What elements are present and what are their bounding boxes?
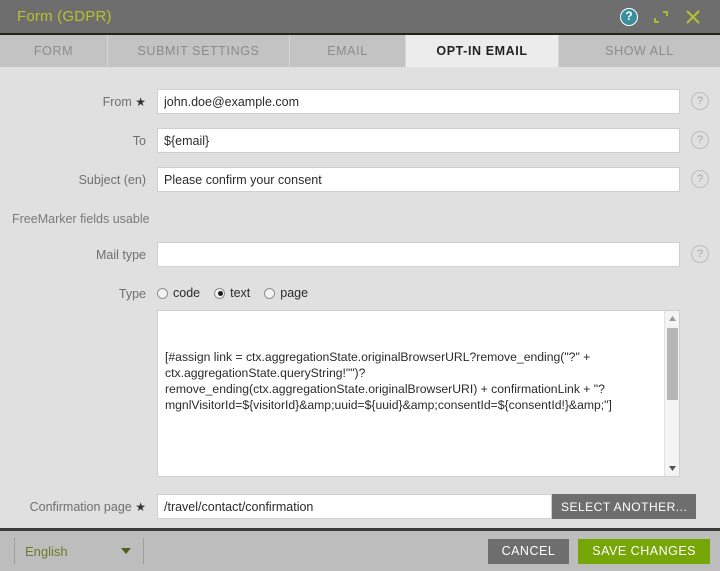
titlebar-actions: ? [620, 7, 710, 26]
body-scrollbar[interactable] [664, 311, 679, 476]
from-label: From ★ [0, 89, 146, 109]
close-icon[interactable] [684, 8, 702, 26]
help-circle-icon[interactable]: ? [620, 7, 638, 26]
page-title: Form (GDPR) [17, 8, 112, 25]
subject-help-icon[interactable]: ? [691, 170, 709, 188]
field-row-from: From ★ ? [0, 89, 720, 114]
tab-opt-in-email[interactable]: OPT-IN EMAIL [406, 35, 558, 67]
confirmation-page-required-marker: ★ [135, 500, 146, 514]
type-field-wrap: code text page [146, 281, 712, 300]
type-radio-text-label: text [230, 286, 251, 300]
tab-form[interactable]: FORM [0, 35, 108, 67]
scrollbar-thumb[interactable] [667, 328, 678, 400]
mail-type-help-icon[interactable]: ? [691, 245, 709, 263]
confirmation-page-field-wrap: SELECT ANOTHER... [146, 494, 712, 519]
type-radio-page[interactable]: page [264, 286, 308, 300]
radio-dot-text [214, 287, 226, 299]
dialog-footer: English CANCEL SAVE CHANGES [0, 528, 720, 571]
field-row-subject: Subject (en) ? [0, 167, 720, 192]
confirmation-page-label-text: Confirmation page [29, 500, 132, 514]
subject-field-wrap: ? [146, 167, 712, 192]
confirmation-page-input[interactable] [157, 494, 552, 519]
type-radio-group: code text page [157, 281, 308, 300]
field-row-body: [#assign link = ctx.aggregationState.ori… [0, 310, 720, 477]
from-field-wrap: ? [146, 89, 712, 114]
type-radio-code-label: code [173, 286, 201, 300]
field-row-confirmation-page: Confirmation page ★ SELECT ANOTHER... [0, 494, 720, 519]
from-required-marker: ★ [135, 95, 146, 109]
type-radio-text[interactable]: text [214, 286, 250, 300]
to-input[interactable] [157, 128, 680, 153]
field-row-mail-type: Mail type ? [0, 242, 720, 267]
radio-dot-page [264, 287, 276, 299]
language-selector[interactable]: English [14, 538, 144, 564]
form-dialog: Form (GDPR) ? FORM SUBMIT SETTINGS EMAIL… [0, 0, 720, 571]
dialog-titlebar: Form (GDPR) ? [0, 0, 720, 35]
tab-bar: FORM SUBMIT SETTINGS EMAIL OPT-IN EMAIL … [0, 35, 720, 67]
type-radio-code[interactable]: code [157, 286, 200, 300]
type-label: Type [118, 287, 146, 301]
cancel-button[interactable]: CANCEL [487, 538, 570, 564]
freemarker-note: FreeMarker fields usable [12, 212, 150, 226]
field-row-type: Type code text page [0, 281, 720, 301]
body-textarea[interactable]: [#assign link = ctx.aggregationState.ori… [157, 310, 680, 477]
save-changes-button[interactable]: SAVE CHANGES [578, 538, 710, 564]
language-selector-label: English [25, 543, 68, 559]
to-label: To [132, 134, 146, 148]
body-field-wrap: [#assign link = ctx.aggregationState.ori… [146, 310, 712, 477]
freemarker-note-row: FreeMarker fields usable [0, 206, 720, 226]
body-code-block: [#assign link = ctx.aggregationState.ori… [165, 350, 612, 412]
to-field-wrap: ? [146, 128, 712, 153]
tab-show-all[interactable]: SHOW ALL [558, 35, 720, 67]
scroll-down-icon[interactable] [665, 461, 679, 476]
confirmation-page-label: Confirmation page ★ [0, 494, 146, 514]
body-blank-1 [165, 445, 656, 461]
subject-label: Subject (en) [78, 173, 146, 187]
mail-type-field-wrap: ? [146, 242, 712, 267]
mail-type-input[interactable] [157, 242, 680, 267]
tab-submit-settings[interactable]: SUBMIT SETTINGS [108, 35, 290, 67]
select-another-button[interactable]: SELECT ANOTHER... [552, 494, 697, 519]
chevron-down-icon [121, 548, 131, 554]
from-input[interactable] [157, 89, 680, 114]
mail-type-label: Mail type [95, 248, 146, 262]
radio-dot-code [157, 287, 168, 299]
body-label-spacer [0, 310, 146, 316]
type-radio-page-label: page [280, 286, 309, 300]
tab-email[interactable]: EMAIL [290, 35, 406, 67]
form-content: From ★ ? To ? Subject (en) ? [0, 67, 720, 528]
scroll-up-icon[interactable] [665, 311, 679, 326]
maximize-icon[interactable] [652, 8, 670, 26]
from-help-icon[interactable]: ? [691, 92, 709, 110]
subject-input[interactable] [157, 167, 680, 192]
from-label-text: From [102, 95, 132, 109]
field-row-to: To ? [0, 128, 720, 153]
body-textarea-content[interactable]: [#assign link = ctx.aggregationState.ori… [158, 311, 664, 476]
to-help-icon[interactable]: ? [691, 131, 709, 149]
